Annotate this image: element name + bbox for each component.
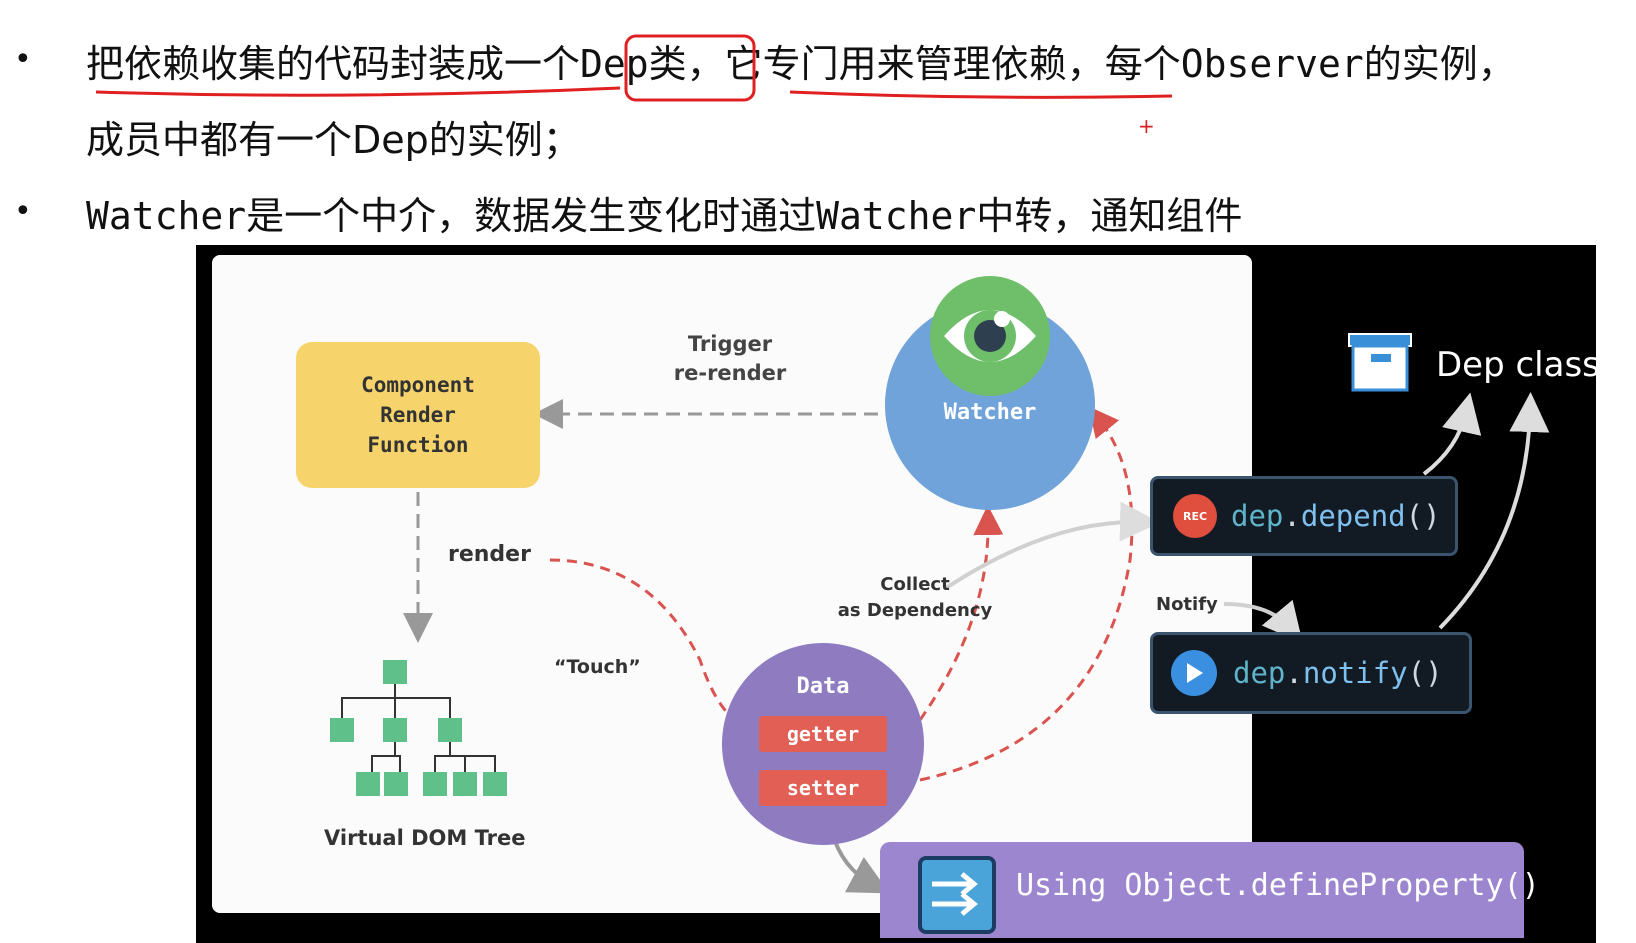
getter-pill: getter bbox=[759, 716, 887, 752]
eye-icon bbox=[944, 310, 1036, 362]
collect-line-2: as Dependency bbox=[837, 600, 993, 621]
notify-fn: notify bbox=[1302, 656, 1408, 690]
notify-dot: . bbox=[1285, 656, 1303, 690]
trigger-label: Trigger re-render bbox=[650, 330, 810, 388]
depend-to-class-arrow bbox=[1422, 392, 1482, 476]
trigger-line-2: re-render bbox=[673, 361, 787, 385]
component-line-3: Function bbox=[367, 433, 469, 457]
watcher-label: Watcher bbox=[943, 400, 1037, 425]
setter-pill: setter bbox=[759, 770, 887, 806]
arrows-icon bbox=[918, 856, 996, 934]
notify-to-dep-arrow bbox=[1223, 599, 1303, 644]
collect-label: Collect as Dependency bbox=[820, 572, 1010, 624]
define-property-label: Using Object.defineProperty() bbox=[1016, 868, 1540, 903]
component-render-box: Component Render Function bbox=[296, 342, 540, 488]
tree-icon bbox=[330, 660, 507, 796]
touch-label: “Touch” bbox=[554, 656, 641, 678]
dep-depend-box: REC dep. depend() bbox=[1150, 476, 1458, 556]
dep-notify-box: dep. notify() bbox=[1150, 632, 1472, 714]
depend-fn: depend bbox=[1300, 499, 1406, 533]
component-line-1: Component bbox=[361, 373, 475, 397]
notify-obj: dep bbox=[1233, 656, 1286, 690]
box-icon bbox=[1348, 333, 1412, 392]
touch-arrow bbox=[549, 558, 767, 740]
data-label: Data bbox=[796, 674, 850, 699]
play-icon bbox=[1171, 650, 1217, 696]
trigger-line-1: Trigger bbox=[687, 332, 773, 356]
depend-parens: () bbox=[1405, 499, 1441, 533]
component-line-2: Render bbox=[380, 403, 456, 427]
depend-dot: . bbox=[1283, 499, 1301, 533]
rec-icon: REC bbox=[1173, 494, 1217, 538]
dep-class-label: Dep class bbox=[1436, 345, 1600, 385]
notify-parens: () bbox=[1407, 656, 1443, 690]
render-label: render bbox=[448, 542, 531, 567]
collect-line-1: Collect bbox=[880, 574, 950, 595]
depend-obj: dep bbox=[1231, 499, 1284, 533]
vdom-label: Virtual DOM Tree bbox=[324, 826, 526, 850]
notify-label: Notify bbox=[1156, 594, 1218, 615]
